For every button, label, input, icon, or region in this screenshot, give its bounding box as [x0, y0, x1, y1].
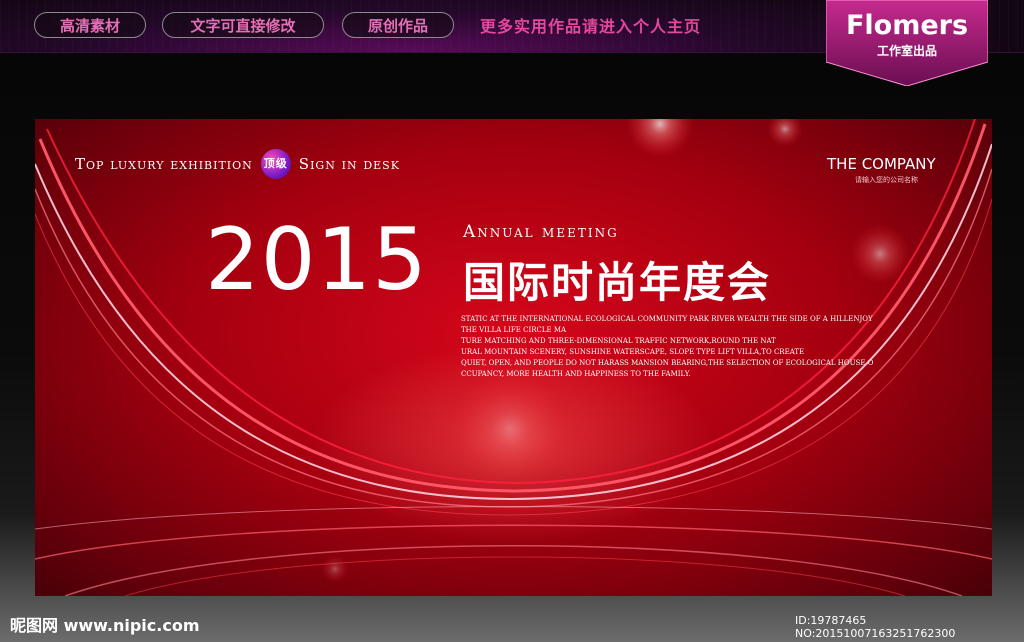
description-line: URAL MOUNTAIN SCENERY, SUNSHINE WATERSCA…: [461, 348, 805, 356]
description-line: TURE MATCHING AND THREE-DIMENSIONAL TRAF…: [461, 337, 776, 345]
event-year: 2015: [205, 210, 428, 310]
tag-original-work[interactable]: 原创作品: [342, 12, 454, 38]
tagline-row: Top luxury exhibition 顶级 Sign in desk: [75, 149, 400, 179]
exhibition-backdrop: Top luxury exhibition 顶级 Sign in desk TH…: [35, 119, 992, 596]
brand-logo-tab: Flomers 工作室出品: [826, 0, 988, 86]
event-title: 国际时尚年度会: [463, 258, 772, 307]
image-id-watermark: ID:19787465 NO:20151007163251762300: [795, 614, 956, 640]
homepage-promo-link[interactable]: 更多实用作品请进入个人主页: [480, 13, 701, 37]
description-paragraph: STATIC AT THE INTERNATIONAL ECOLOGICAL C…: [461, 314, 874, 380]
top-level-badge: 顶级: [260, 149, 291, 179]
description-line: STATIC AT THE INTERNATIONAL ECOLOGICAL C…: [461, 315, 873, 323]
brand-name: Flomers: [845, 10, 969, 41]
tagline-prefix: Top luxury exhibition: [75, 155, 253, 173]
site-watermark: 昵图网 www.nipic.com: [10, 616, 200, 635]
tagline-suffix: Sign in desk: [298, 155, 400, 173]
description-line: QUIET, OPEN, AND PEOPLE DO NOT HARASS MA…: [461, 359, 874, 367]
description-line: THE VILLA LIFE CIRCLE MA: [461, 326, 567, 334]
company-name: THE COMPANY: [827, 155, 936, 173]
tag-hd-material[interactable]: 高清素材: [34, 12, 146, 38]
tag-editable-text[interactable]: 文字可直接修改: [162, 12, 324, 38]
description-line: CCUPANCY, MORE HEALTH AND HAPPINESS TO T…: [461, 370, 691, 378]
company-name-placeholder: 请输入您的公司名称: [855, 176, 918, 184]
brand-subtitle: 工作室出品: [876, 44, 937, 58]
annual-meeting-heading: Annual meeting: [463, 222, 619, 242]
